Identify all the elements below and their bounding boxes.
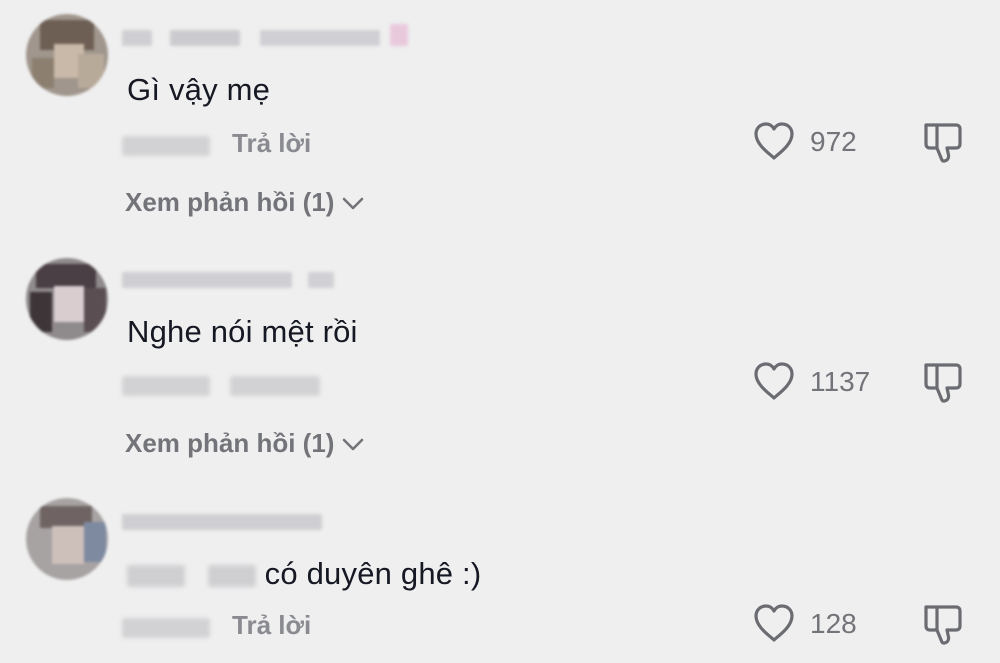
thumbs-down-outline-icon: [920, 363, 966, 410]
reply-button[interactable]: Trả lời: [232, 128, 311, 159]
avatar[interactable]: [26, 14, 108, 96]
timestamp: [122, 618, 210, 638]
blurred-text: [207, 564, 256, 587]
blurred-text: [127, 564, 185, 587]
like-button[interactable]: 1137: [752, 360, 872, 404]
comment-item: Nghe nói mệt rồi Xem phản hồi (1) 1137: [0, 240, 1000, 480]
comment-meta: Trả lời: [122, 128, 522, 162]
avatar[interactable]: [26, 498, 108, 580]
like-count: 1137: [810, 366, 871, 397]
comment-text-visible: có duyên ghê :): [264, 556, 482, 591]
reply-button[interactable]: Trả lời: [232, 610, 311, 641]
timestamp: [122, 376, 210, 396]
dislike-button[interactable]: [920, 120, 966, 166]
view-replies-button[interactable]: Xem phản hồi (1): [125, 187, 364, 218]
username[interactable]: [122, 268, 422, 294]
username[interactable]: [122, 24, 422, 52]
view-replies-label: Xem phản hồi (1): [125, 428, 335, 458]
view-replies-button[interactable]: Xem phản hồi (1): [125, 428, 364, 459]
comment-text: có duyên ghê :): [127, 556, 481, 592]
comment-text: Nghe nói mệt rồi: [127, 314, 358, 349]
like-button[interactable]: 128: [752, 602, 872, 646]
dislike-button[interactable]: [920, 602, 966, 648]
timestamp: [122, 136, 210, 156]
thumbs-down-outline-icon: [920, 123, 966, 170]
like-button[interactable]: 972: [752, 120, 872, 164]
comment-item: có duyên ghê :) Trả lời 128: [0, 480, 1000, 663]
comment-item: Gì vậy mẹ Trả lời Xem phản hồi (1) 972: [0, 0, 1000, 240]
chevron-down-icon: [342, 187, 364, 218]
reply-button[interactable]: [230, 376, 320, 396]
chevron-down-icon: [342, 428, 364, 459]
like-count: 972: [810, 126, 857, 157]
comment-meta: Trả lời: [122, 610, 522, 644]
comment-meta: [122, 368, 522, 402]
dislike-button[interactable]: [920, 360, 966, 406]
like-count: 128: [810, 608, 857, 639]
thumbs-down-outline-icon: [920, 605, 966, 652]
view-replies-label: Xem phản hồi (1): [125, 187, 335, 217]
username[interactable]: [122, 510, 422, 536]
comment-text: Gì vậy mẹ: [127, 72, 271, 107]
avatar[interactable]: [26, 258, 108, 340]
